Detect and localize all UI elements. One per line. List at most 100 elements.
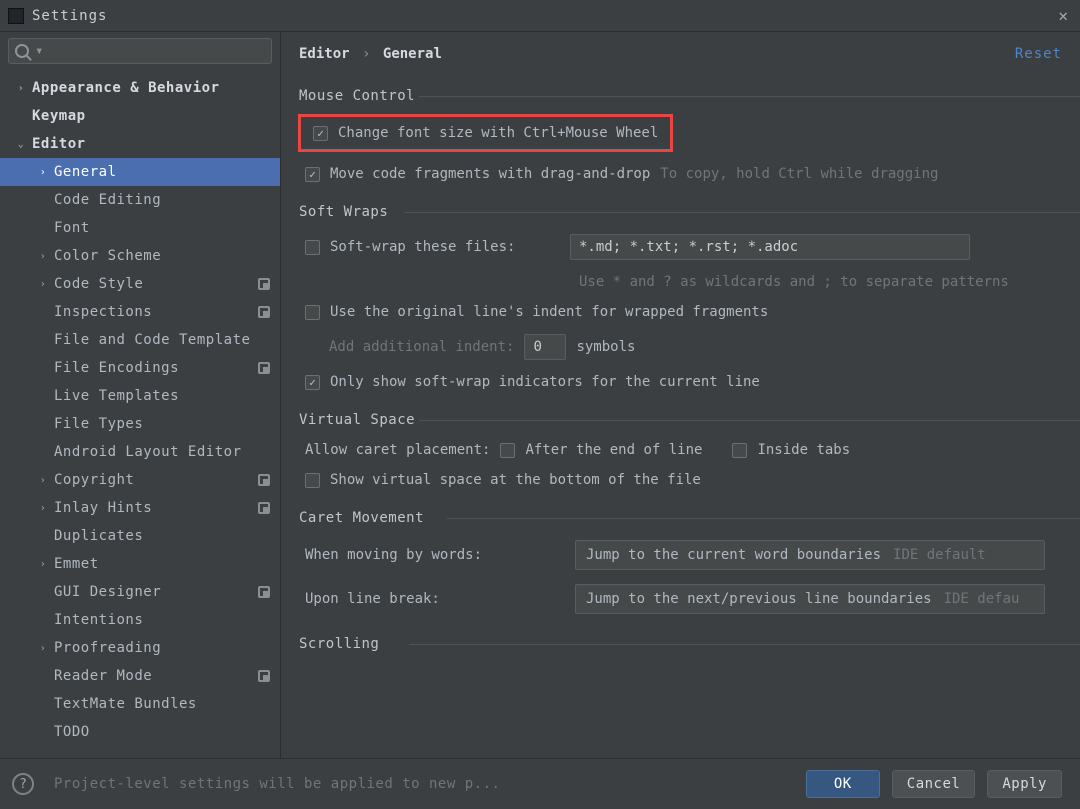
breadcrumb-sep: › xyxy=(362,46,370,62)
search-wrap: ▾ xyxy=(0,32,280,70)
input-additional-indent[interactable] xyxy=(524,334,566,360)
sidebar-item-code-editing[interactable]: Code Editing xyxy=(0,186,280,214)
sidebar-item-textmate-bundles[interactable]: TextMate Bundles xyxy=(0,690,280,718)
help-icon[interactable]: ? xyxy=(12,773,34,795)
section-title-virtual: Virtual Space xyxy=(299,412,1080,428)
sidebar-item-font[interactable]: Font xyxy=(0,214,280,242)
section-title-scrolling: Scrolling xyxy=(299,636,1080,652)
breadcrumb-leaf: General xyxy=(383,46,442,62)
content-scroll[interactable]: Editor › General Reset Mouse Control Cha… xyxy=(281,32,1080,758)
sidebar-item-general[interactable]: ›General xyxy=(0,158,280,186)
sidebar-item-gui-designer[interactable]: GUI Designer xyxy=(0,578,280,606)
checkbox-softwrap-files[interactable] xyxy=(305,240,320,255)
sidebar-item-label: Inspections xyxy=(54,304,252,320)
sidebar-item-editor[interactable]: ⌄ Editor xyxy=(0,130,280,158)
section-title-caret: Caret Movement xyxy=(299,510,1080,526)
sidebar-item-todo[interactable]: TODO xyxy=(0,718,280,746)
sidebar-item-appearance-behavior[interactable]: › Appearance & Behavior xyxy=(0,74,280,102)
checkbox-only-current-line[interactable] xyxy=(305,375,320,390)
sidebar-item-file-types[interactable]: File Types xyxy=(0,410,280,438)
row-move-fragments: Move code fragments with drag-and-drop T… xyxy=(299,166,1080,182)
sidebar-item-live-templates[interactable]: Live Templates xyxy=(0,382,280,410)
search-input[interactable]: ▾ xyxy=(8,38,272,64)
sidebar-item-label: GUI Designer xyxy=(54,584,252,600)
chevron-icon: › xyxy=(36,475,50,486)
apply-button[interactable]: Apply xyxy=(987,770,1062,798)
chevron-icon: ⌄ xyxy=(14,139,28,150)
sidebar-item-reader-mode[interactable]: Reader Mode xyxy=(0,662,280,690)
input-softwrap-patterns[interactable] xyxy=(570,234,970,260)
chevron-icon: › xyxy=(36,503,50,514)
chevron-icon: › xyxy=(14,83,28,94)
sidebar-item-inspections[interactable]: Inspections xyxy=(0,298,280,326)
close-icon[interactable]: ✕ xyxy=(1052,4,1074,27)
sidebar-item-label: Live Templates xyxy=(54,388,270,404)
sidebar-item-file-and-code-template[interactable]: File and Code Template xyxy=(0,326,280,354)
select-line-break[interactable]: Jump to the next/previous line boundarie… xyxy=(575,584,1045,614)
sidebar-item-copyright[interactable]: › Copyright xyxy=(0,466,280,494)
project-scope-icon xyxy=(258,502,270,514)
checkbox-after-eol[interactable] xyxy=(500,443,515,458)
value-moving-by-words: Jump to the current word boundaries xyxy=(586,547,881,563)
section-caret-movement: Caret Movement When moving by words: Jum… xyxy=(299,510,1080,614)
label-line-break: Upon line break: xyxy=(305,591,565,607)
checkbox-inside-tabs[interactable] xyxy=(732,443,747,458)
chevron-icon: › xyxy=(36,643,50,654)
sidebar-item-label: Editor xyxy=(32,136,270,152)
main: ▾ ›Appearance & BehaviorKeymap⌄Editor›Ge… xyxy=(0,32,1080,758)
label-softwrap-files: Soft-wrap these files: xyxy=(330,239,560,255)
cancel-button[interactable]: Cancel xyxy=(892,770,976,798)
checkbox-original-indent[interactable] xyxy=(305,305,320,320)
sidebar-item-keymap[interactable]: Keymap xyxy=(0,102,280,130)
breadcrumb: Editor › General xyxy=(299,46,1015,62)
sidebar: ▾ ›Appearance & BehaviorKeymap⌄Editor›Ge… xyxy=(0,32,281,758)
project-scope-icon xyxy=(258,278,270,290)
label-moving-by-words: When moving by words: xyxy=(305,547,565,563)
sidebar-item-inlay-hints[interactable]: › Inlay Hints xyxy=(0,494,280,522)
content-pane: Editor › General Reset Mouse Control Cha… xyxy=(281,32,1080,758)
app-icon xyxy=(8,8,24,24)
chevron-icon: › xyxy=(36,251,50,262)
sidebar-item-label: Appearance & Behavior xyxy=(32,80,270,96)
sidebar-item-label: Copyright xyxy=(54,472,252,488)
sidebar-item-android-layout-editor[interactable]: Android Layout Editor xyxy=(0,438,280,466)
footer: ? Project-level settings will be applied… xyxy=(0,758,1080,809)
sidebar-item-proofreading[interactable]: › Proofreading xyxy=(0,634,280,662)
sidebar-item-label: Color Scheme xyxy=(54,248,270,264)
ok-button[interactable]: OK xyxy=(806,770,880,798)
search-icon xyxy=(15,44,29,58)
project-scope-icon xyxy=(258,670,270,682)
sidebar-item-file-encodings[interactable]: File Encodings xyxy=(0,354,280,382)
sidebar-item-label: General xyxy=(54,164,270,180)
reset-link[interactable]: Reset xyxy=(1015,46,1062,62)
highlight-change-font: Change font size with Ctrl+Mouse Wheel xyxy=(298,114,673,152)
breadcrumb-root: Editor xyxy=(299,46,350,62)
search-dropdown-icon[interactable]: ▾ xyxy=(35,43,43,59)
sidebar-item-label: Intentions xyxy=(54,612,270,628)
value-line-break: Jump to the next/previous line boundarie… xyxy=(586,591,932,607)
sidebar-item-label: Reader Mode xyxy=(54,668,252,684)
sidebar-item-code-style[interactable]: ›Code Style xyxy=(0,270,280,298)
select-moving-by-words[interactable]: Jump to the current word boundaries IDE … xyxy=(575,540,1045,570)
sidebar-item-label: TextMate Bundles xyxy=(54,696,270,712)
row-softwrap-hint: Use * and ? as wildcards and ; to separa… xyxy=(299,274,1080,290)
project-scope-icon xyxy=(258,586,270,598)
project-scope-icon xyxy=(258,474,270,486)
sidebar-item-label: Inlay Hints xyxy=(54,500,252,516)
sidebar-item-label: Proofreading xyxy=(54,640,270,656)
label-show-virtual-bottom: Show virtual space at the bottom of the … xyxy=(330,472,701,488)
label-only-current-line: Only show soft-wrap indicators for the c… xyxy=(330,374,760,390)
checkbox-move-fragments[interactable] xyxy=(305,167,320,182)
sidebar-item-emmet[interactable]: ›Emmet xyxy=(0,550,280,578)
settings-tree[interactable]: ›Appearance & BehaviorKeymap⌄Editor›Gene… xyxy=(0,70,280,758)
hint-move-fragments: To copy, hold Ctrl while dragging xyxy=(660,166,938,182)
sidebar-item-label: File Types xyxy=(54,416,270,432)
row-only-current-line: Only show soft-wrap indicators for the c… xyxy=(299,374,1080,390)
label-symbols: symbols xyxy=(576,339,635,355)
checkbox-show-virtual-bottom[interactable] xyxy=(305,473,320,488)
sidebar-item-duplicates[interactable]: Duplicates xyxy=(0,522,280,550)
label-caret-placement: Allow caret placement: xyxy=(305,442,490,458)
sidebar-item-color-scheme[interactable]: › Color Scheme xyxy=(0,242,280,270)
checkbox-change-font-size[interactable] xyxy=(313,126,328,141)
sidebar-item-intentions[interactable]: Intentions xyxy=(0,606,280,634)
